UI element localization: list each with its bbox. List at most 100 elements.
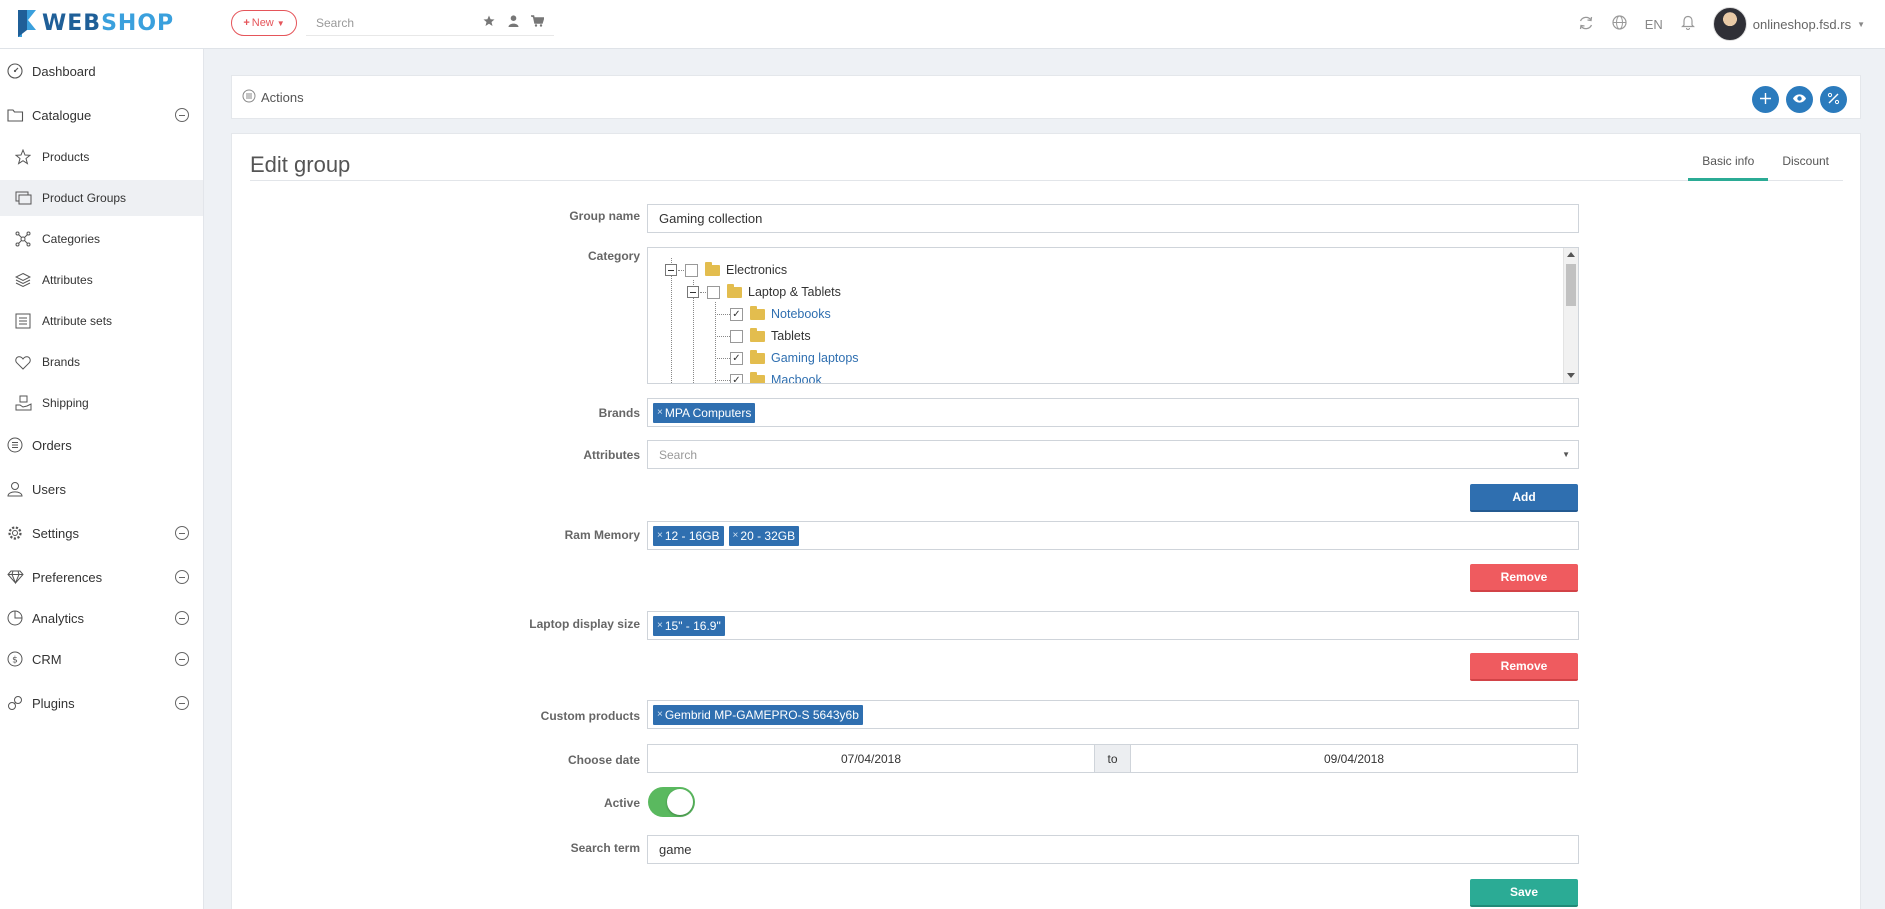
sidebar-item-settings[interactable]: Settings: [0, 515, 203, 551]
sidebar-item-products[interactable]: Products: [0, 139, 203, 175]
user-menu[interactable]: onlineshop.fsd.rs ▼: [1712, 7, 1865, 41]
scroll-down-icon[interactable]: [1567, 373, 1575, 378]
tree-checkbox[interactable]: [685, 263, 698, 277]
collapse-icon[interactable]: [175, 696, 189, 710]
tree-checkbox-checked[interactable]: ✓: [730, 307, 743, 321]
tree-node-tablets[interactable]: Tablets: [730, 326, 811, 346]
brand-tag[interactable]: × MPA Computers: [653, 402, 756, 423]
tree-checkbox-checked[interactable]: ✓: [730, 351, 743, 365]
brands-field[interactable]: × MPA Computers: [647, 398, 1579, 427]
attributes-placeholder: Search: [659, 447, 698, 462]
remove-display-size-button[interactable]: Remove: [1470, 653, 1578, 681]
discount-button[interactable]: [1820, 86, 1847, 113]
quick-icons: [482, 14, 544, 28]
tree-node-laptop-tablets[interactable]: Laptop & Tablets: [687, 282, 841, 302]
group-name-field[interactable]: Gaming collection: [647, 204, 1579, 233]
sidebar-item-categories[interactable]: Categories: [0, 221, 203, 257]
save-button[interactable]: Save: [1470, 879, 1578, 907]
sidebar-item-label: Users: [32, 481, 66, 497]
user-icon[interactable]: [506, 14, 520, 28]
sidebar-item-plugins[interactable]: Plugins: [0, 685, 203, 721]
category-tree[interactable]: Electronics Laptop & Tablets ✓ Notebooks…: [647, 247, 1579, 384]
attributes-select[interactable]: Search ▼: [647, 440, 1579, 469]
tab-discount[interactable]: Discount: [1768, 154, 1843, 181]
sidebar-item-attribute-sets[interactable]: Attribute sets: [0, 303, 203, 339]
star-icon[interactable]: [482, 14, 496, 28]
actions-label: Actions: [261, 90, 304, 105]
search-term-value: game: [659, 842, 692, 857]
bell-icon[interactable]: [1680, 15, 1695, 33]
remove-tag-icon[interactable]: ×: [657, 709, 663, 720]
new-button[interactable]: + New ▼: [231, 10, 297, 36]
sidebar-item-dashboard[interactable]: Dashboard: [0, 53, 203, 89]
tree-checkbox-checked[interactable]: ✓: [730, 373, 743, 383]
sidebar-item-product-groups[interactable]: Product Groups: [0, 180, 203, 216]
attributes-label: Attributes: [583, 448, 640, 462]
active-toggle[interactable]: [648, 787, 695, 817]
remove-tag-icon[interactable]: ×: [657, 407, 663, 418]
ram-memory-field[interactable]: × 12 - 16GB × 20 - 32GB: [647, 521, 1579, 550]
date-to-input[interactable]: 09/04/2018: [1130, 744, 1578, 773]
collapse-icon[interactable]: [175, 526, 189, 540]
collapse-icon[interactable]: [175, 652, 189, 666]
collapse-tree-icon[interactable]: [665, 264, 677, 276]
ram-tag[interactable]: × 20 - 32GB: [728, 525, 800, 546]
ram-tag[interactable]: × 12 - 16GB: [653, 525, 724, 546]
custom-product-tag[interactable]: × Gembrid MP-GAMEPRO-S 5643y6b: [653, 704, 863, 725]
sidebar-item-brands[interactable]: Brands: [0, 344, 203, 380]
scroll-up-icon[interactable]: [1567, 252, 1575, 257]
custom-products-field[interactable]: × Gembrid MP-GAMEPRO-S 5643y6b: [647, 700, 1579, 729]
date-from-input[interactable]: 07/04/2018: [647, 744, 1095, 773]
sidebar-item-label: Orders: [32, 437, 72, 453]
sidebar-item-shipping[interactable]: Shipping: [0, 385, 203, 421]
eye-icon: [1792, 92, 1807, 107]
language-selector[interactable]: EN: [1645, 17, 1663, 32]
add-attribute-button[interactable]: Add: [1470, 484, 1578, 512]
tree-scrollbar[interactable]: [1563, 248, 1578, 383]
menu-icon: [242, 89, 256, 106]
search-term-field[interactable]: game: [647, 835, 1579, 864]
sidebar-item-preferences[interactable]: Preferences: [0, 559, 203, 595]
scroll-thumb[interactable]: [1566, 264, 1576, 306]
display-size-tag[interactable]: × 15" - 16.9": [653, 615, 725, 636]
remove-ram-button[interactable]: Remove: [1470, 564, 1578, 592]
sidebar-item-users[interactable]: Users: [0, 471, 203, 507]
tree-connector: [715, 314, 730, 315]
remove-tag-icon[interactable]: ×: [657, 530, 663, 541]
tab-basic-info[interactable]: Basic info: [1688, 154, 1769, 181]
tree-checkbox[interactable]: [730, 329, 743, 343]
sidebar-item-analytics[interactable]: Analytics: [0, 600, 203, 636]
tree-node-gaming-laptops[interactable]: ✓ Gaming laptops: [730, 348, 859, 368]
sidebar-item-label: Shipping: [42, 396, 89, 410]
tree-node-notebooks[interactable]: ✓ Notebooks: [730, 304, 831, 324]
collapse-icon[interactable]: [175, 611, 189, 625]
actions-menu[interactable]: Actions: [242, 89, 304, 106]
folder-icon: [705, 261, 720, 276]
collapse-icon[interactable]: [175, 108, 189, 122]
sidebar-item-attributes[interactable]: Attributes: [0, 262, 203, 298]
tree-node-macbook[interactable]: ✓ Macbook: [730, 370, 822, 383]
groups-icon: [14, 189, 32, 207]
refresh-icon[interactable]: [1578, 15, 1594, 34]
date-separator: to: [1094, 744, 1131, 773]
webshop-logo[interactable]: WEBSHOP: [16, 7, 174, 39]
tree-node-label: Notebooks: [771, 307, 831, 321]
remove-tag-icon[interactable]: ×: [657, 620, 663, 631]
add-button[interactable]: [1752, 86, 1779, 113]
tree-checkbox[interactable]: [707, 285, 720, 299]
group-name-label: Group name: [569, 209, 640, 223]
collapse-tree-icon[interactable]: [687, 286, 699, 298]
sidebar-item-crm[interactable]: $ CRM: [0, 641, 203, 677]
sidebar-item-catalogue[interactable]: Catalogue: [0, 97, 203, 133]
collapse-icon[interactable]: [175, 570, 189, 584]
cart-icon[interactable]: [530, 14, 544, 28]
remove-tag-icon[interactable]: ×: [733, 530, 739, 541]
display-size-field[interactable]: × 15" - 16.9": [647, 611, 1579, 640]
globe-icon[interactable]: [1612, 15, 1627, 33]
dollar-icon: $: [6, 650, 24, 668]
preview-button[interactable]: [1786, 86, 1813, 113]
sidebar-item-label: Preferences: [32, 569, 103, 585]
tree-node-electronics[interactable]: Electronics: [665, 260, 787, 280]
sidebar-item-orders[interactable]: Orders: [0, 427, 203, 463]
display-size-label: Laptop display size: [529, 617, 640, 631]
